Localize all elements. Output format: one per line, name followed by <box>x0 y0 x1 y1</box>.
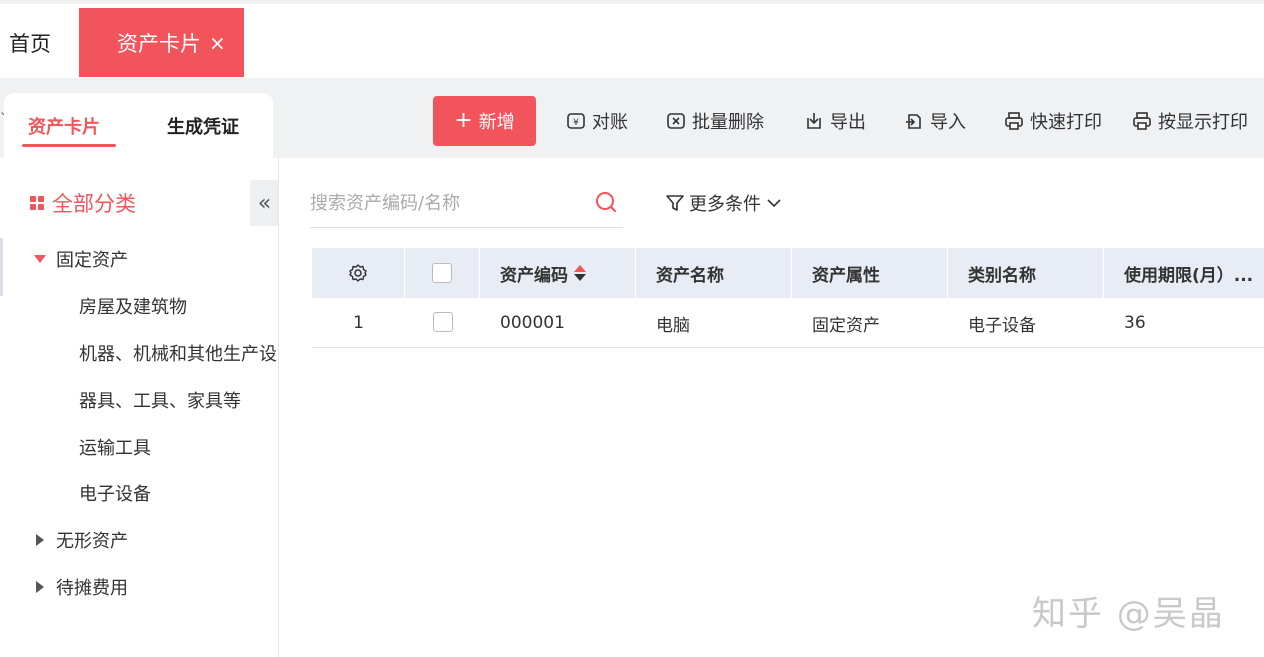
subtab-asset-card[interactable]: 资产卡片 <box>28 113 100 139</box>
tree-item-electronics[interactable]: 电子设备 <box>79 480 151 506</box>
tree-item-tools-furniture[interactable]: 器具、工具、家具等 <box>79 387 241 413</box>
tree-item-label: 器具、工具、家具等 <box>79 391 241 412</box>
cell-asset-attribute: 固定资产 <box>812 315 880 336</box>
column-settings[interactable] <box>312 248 405 298</box>
all-categories[interactable]: 全部分类 <box>30 188 136 218</box>
reconcile-label: 对账 <box>592 112 628 133</box>
import-icon <box>906 114 921 129</box>
cell-asset-name: 电脑 <box>656 315 690 336</box>
add-button-label: 新增 <box>478 112 515 133</box>
column-usage-term[interactable]: 使用期限(月）... <box>1104 248 1264 298</box>
tree-item-label: 无形资产 <box>56 531 128 552</box>
import-button[interactable]: 导入 <box>904 108 966 134</box>
all-categories-label: 全部分类 <box>52 192 136 216</box>
subtab-active-indicator <box>22 144 116 147</box>
chevron-down-icon <box>767 199 781 208</box>
reconcile-button[interactable]: ¥ 对账 <box>566 108 628 134</box>
tree-item-deferred[interactable]: 待摊费用 <box>36 574 128 600</box>
tree-item-intangible[interactable]: 无形资产 <box>36 527 128 553</box>
search-icon[interactable] <box>594 190 618 214</box>
subtab-generate-voucher[interactable]: 生成凭证 <box>167 113 239 139</box>
watermark: 知乎 @吴晶 <box>1032 594 1225 634</box>
tree-item-buildings[interactable]: 房屋及建筑物 <box>79 293 187 319</box>
filter-icon <box>666 195 684 211</box>
column-asset-name[interactable]: 资产名称 <box>636 248 792 298</box>
category-sidebar: 全部分类 « 固定资产 房屋及建筑物 机器、机械和其他生产设 器具、工具、家具等… <box>0 158 279 657</box>
print-by-display-label: 按显示打印 <box>1158 112 1248 133</box>
column-asset-attribute[interactable]: 资产属性 <box>792 248 948 298</box>
column-category-name[interactable]: 类别名称 <box>948 248 1104 298</box>
cell-asset-code: 000001 <box>500 313 565 333</box>
tree-item-fixed-assets[interactable]: 固定资产 <box>34 246 128 272</box>
column-header-label: 类别名称 <box>968 265 1036 286</box>
caret-right-icon[interactable] <box>36 581 44 593</box>
tree-item-label: 房屋及建筑物 <box>79 297 187 318</box>
tree-item-transport[interactable]: 运输工具 <box>79 434 151 460</box>
tab-asset-card-label: 资产卡片 <box>117 31 201 56</box>
reconcile-icon: ¥ <box>567 113 585 129</box>
cell-category-name: 电子设备 <box>968 315 1036 336</box>
caret-right-icon[interactable] <box>36 534 44 546</box>
column-header-label: 资产编码 <box>500 265 568 286</box>
asset-table: 资产编码 资产名称 资产属性 类别名称 使用期限(月）... 1 000001 … <box>312 248 1264 348</box>
search-input[interactable] <box>310 188 580 218</box>
tab-asset-card[interactable]: 资产卡片 × <box>79 8 244 77</box>
column-asset-code[interactable]: 资产编码 <box>480 248 636 298</box>
batch-delete-label: 批量删除 <box>692 112 764 133</box>
tree-item-label: 机器、机械和其他生产设 <box>79 344 277 365</box>
batch-delete-button[interactable]: 批量删除 <box>666 108 764 134</box>
export-label: 导出 <box>830 112 866 133</box>
sub-tabs: 资产卡片 生成凭证 <box>4 93 273 159</box>
caret-down-icon[interactable] <box>34 255 46 263</box>
print-by-display-button[interactable]: 按显示打印 <box>1132 108 1248 134</box>
table-header: 资产编码 资产名称 资产属性 类别名称 使用期限(月）... <box>312 248 1264 298</box>
batch-delete-icon <box>667 113 685 129</box>
search-box <box>310 180 623 228</box>
row-index: 1 <box>353 313 364 333</box>
sidebar-scroll-indicator <box>0 238 3 296</box>
export-icon <box>807 113 821 129</box>
tab-home[interactable]: 首页 <box>9 28 51 58</box>
grid-icon <box>30 196 44 210</box>
tree-item-machinery[interactable]: 机器、机械和其他生产设 <box>79 340 277 366</box>
tree-item-label: 固定资产 <box>56 250 128 271</box>
quick-print-button[interactable]: 快速打印 <box>1004 108 1102 134</box>
collapse-sidebar-button[interactable]: « <box>250 180 278 226</box>
select-all-cell <box>405 248 480 298</box>
quick-print-label: 快速打印 <box>1030 112 1102 133</box>
top-tab-bar: 首页 资产卡片 × <box>0 0 1264 78</box>
sort-icon[interactable] <box>574 265 586 281</box>
export-button[interactable]: 导出 <box>804 108 866 134</box>
more-conditions-filter[interactable]: 更多条件 <box>665 190 783 216</box>
column-header-label: 资产属性 <box>812 265 880 286</box>
tree-item-label: 电子设备 <box>79 484 151 505</box>
more-conditions-label: 更多条件 <box>689 194 761 215</box>
tree-item-label: 待摊费用 <box>56 578 128 599</box>
gear-icon <box>349 264 367 282</box>
svg-text:¥: ¥ <box>573 118 579 128</box>
add-button[interactable]: + 新增 <box>433 96 536 146</box>
column-header-label: 使用期限(月）... <box>1124 265 1254 286</box>
import-label: 导入 <box>930 112 966 133</box>
row-select-cell <box>405 298 480 348</box>
table-row[interactable]: 1 000001 电脑 固定资产 电子设备 36 <box>312 298 1264 348</box>
plus-icon: + <box>454 108 473 133</box>
tree-item-label: 运输工具 <box>79 438 151 459</box>
select-all-checkbox[interactable] <box>432 263 452 283</box>
close-icon[interactable]: × <box>209 31 226 55</box>
column-header-label: 资产名称 <box>656 265 724 286</box>
printer-icon <box>1133 112 1151 130</box>
cell-usage-term: 36 <box>1124 313 1146 333</box>
row-checkbox[interactable] <box>432 312 453 332</box>
printer-icon <box>1005 112 1023 130</box>
